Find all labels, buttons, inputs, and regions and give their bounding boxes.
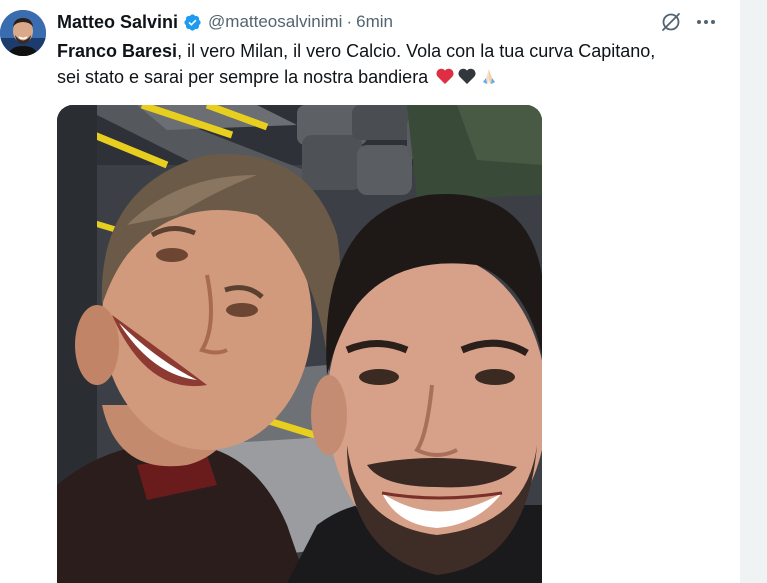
grok-icon[interactable]: [660, 11, 682, 33]
avatar[interactable]: [0, 10, 46, 56]
author-handle[interactable]: @matteosalvinimi: [208, 12, 342, 32]
timestamp[interactable]: 6min: [356, 12, 393, 32]
verified-badge-icon[interactable]: [183, 13, 202, 32]
tweet-photo[interactable]: [57, 105, 542, 583]
separator-dot: ·: [346, 12, 353, 31]
folded-hands-emoji: [479, 66, 499, 86]
more-options-icon[interactable]: [692, 11, 720, 33]
tweet-card[interactable]: Matteo Salvini @matteosalvinimi · 6min F…: [0, 0, 740, 583]
author-name[interactable]: Matteo Salvini: [57, 12, 178, 33]
right-gutter: [740, 0, 767, 583]
mention-franco-baresi: Franco Baresi: [57, 41, 178, 61]
red-heart-emoji: [435, 66, 455, 86]
tweet-line-2: sei stato e sarai per sempre la nostra b…: [57, 67, 429, 87]
tweet-text: Franco Baresi, il vero Milan, il vero Ca…: [57, 38, 717, 90]
tweet-header: Matteo Salvini @matteosalvinimi · 6min: [57, 10, 393, 34]
selfie-photo: [57, 105, 542, 583]
tweet-line-1: , il vero Milan, il vero Calcio. Vola co…: [177, 41, 656, 61]
black-heart-emoji: [457, 66, 477, 86]
